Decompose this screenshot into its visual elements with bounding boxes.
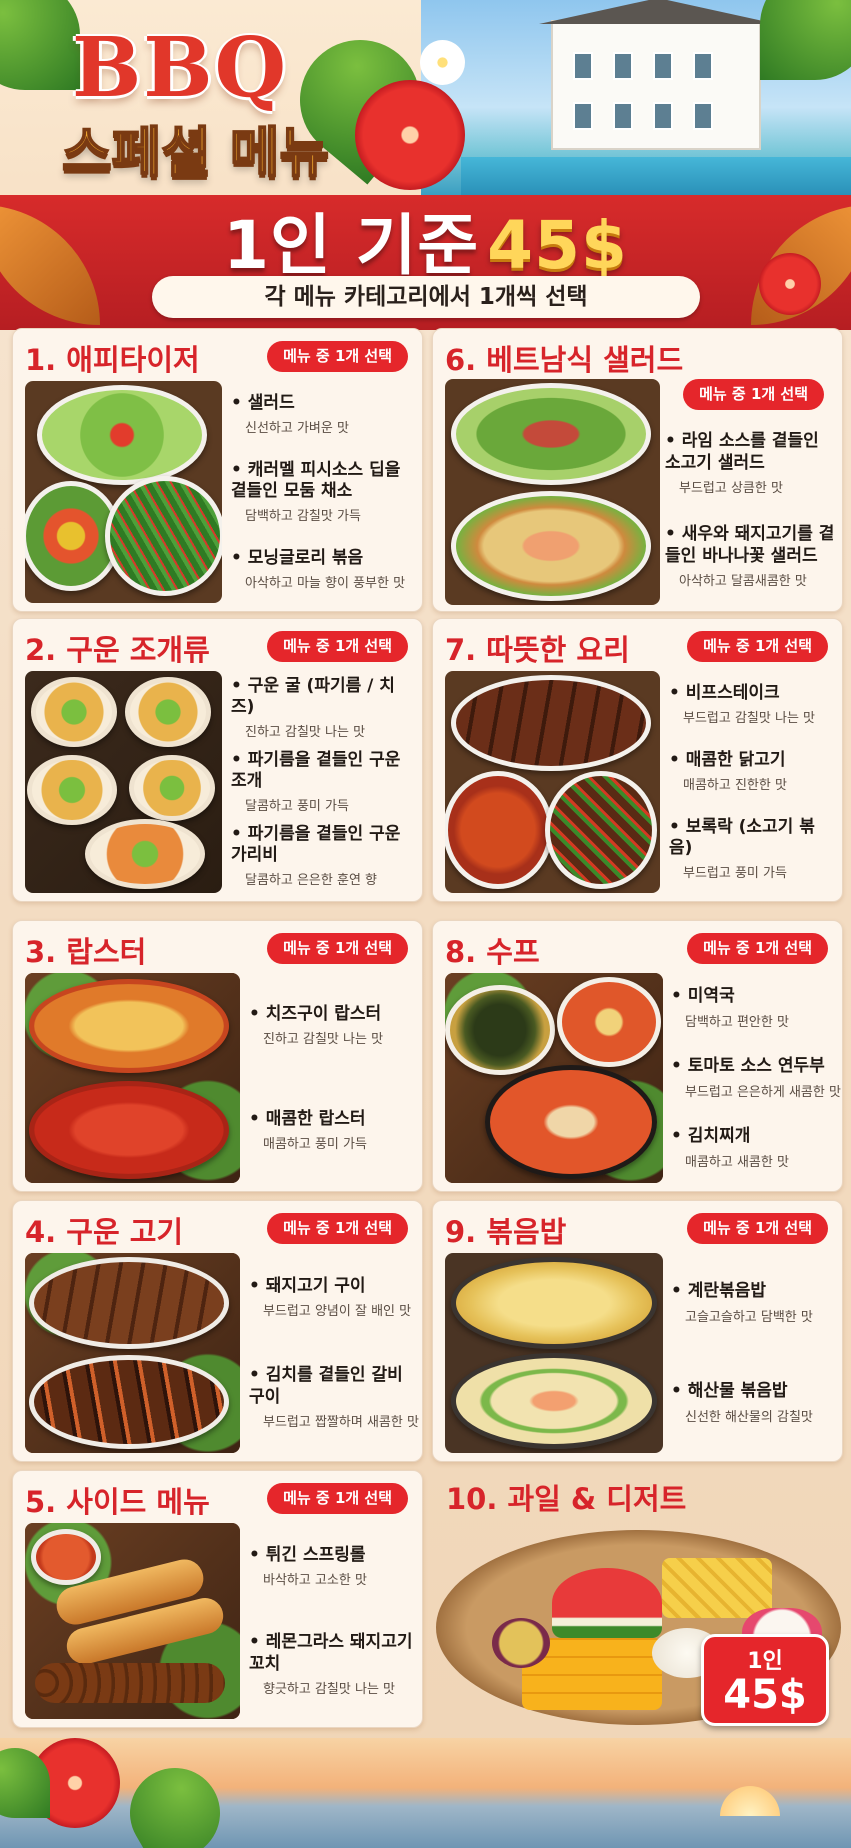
category-card-grilled-shellfish: 2. 구운 조개류 메뉴 중 1개 선택 구운 굴 (파기름 / 치즈)진하고 …: [12, 618, 423, 902]
category-card-vietnamese-salad: 6. 베트남식 샐러드 메뉴 중 1개 선택 라임 소스를 곁들인 소고기 샐러…: [432, 328, 843, 612]
price-tag: 1인 45$: [701, 1634, 829, 1726]
palm-leaf-icon: [113, 1751, 237, 1848]
select-one-badge: 메뉴 중 1개 선택: [267, 341, 408, 372]
category-title: 7. 따뜻한 요리: [445, 633, 630, 667]
select-one-badge: 메뉴 중 1개 선택: [687, 631, 828, 662]
select-one-badge: 메뉴 중 1개 선택: [687, 1213, 828, 1244]
hibiscus-flower-icon: [420, 40, 465, 85]
menu-items: 샐러드신선하고 가벼운 맛 캐러멜 피시소스 딥을 곁들인 모둠 채소담백하고 …: [231, 381, 416, 603]
menu-item: 치즈구이 랍스터진하고 감칠맛 나는 맛: [249, 1004, 416, 1047]
menu-items: 라임 소스를 곁들인 소고기 샐러드부드럽고 상큼한 맛 새우와 돼지고기를 곁…: [665, 417, 836, 603]
select-one-badge: 메뉴 중 1개 선택: [687, 933, 828, 964]
menu-items: 비프스테이크부드럽고 감칠맛 나는 맛 매콤한 닭고기매콤하고 진한한 맛 보록…: [669, 671, 836, 893]
category-title: 2. 구운 조개류: [25, 633, 210, 667]
menu-items: 튀긴 스프링롤바삭하고 고소한 맛 레몬그라스 돼지고기 꼬치향긋하고 감칠맛 …: [249, 1523, 416, 1719]
category-card-soup: 8. 수프 메뉴 중 1개 선택 미역국담백하고 편안한 맛 토마토 소스 연두…: [432, 920, 843, 1192]
menu-item: 미역국담백하고 편안한 맛: [671, 986, 836, 1029]
category-title: 10. 과일 & 디저트: [446, 1482, 687, 1516]
pineapple-icon: [662, 1558, 772, 1618]
menu-item: 모닝글로리 볶음아삭하고 마늘 향이 풍부한 맛: [231, 548, 416, 591]
category-card-grilled-meat: 4. 구운 고기 메뉴 중 1개 선택 돼지고기 구이부드럽고 양념이 잘 배인…: [12, 1200, 423, 1462]
menu-item: 구운 굴 (파기름 / 치즈)진하고 감칠맛 나는 맛: [231, 676, 416, 741]
menu-items: 미역국담백하고 편안한 맛 토마토 소스 연두부부드럽고 은은하게 새콤한 맛 …: [671, 973, 841, 1183]
menu-item: 해산물 볶음밥신선한 해산물의 감칠맛: [671, 1381, 836, 1424]
select-one-badge: 메뉴 중 1개 선택: [267, 1213, 408, 1244]
page-title: BBQ: [72, 20, 289, 116]
header-banner: BBQ 스페셜 메뉴 1인 기준 45$ 각 메뉴 카테고리에서 1개씩 선택: [0, 0, 851, 330]
palm-leaf-icon: [0, 0, 80, 90]
select-one-badge: 메뉴 중 1개 선택: [267, 631, 408, 662]
category-card-side-menu: 5. 사이드 메뉴 메뉴 중 1개 선택 튀긴 스프링롤바삭하고 고소한 맛 레…: [12, 1470, 423, 1728]
price-heading: 1인 기준 45$: [0, 192, 851, 288]
menu-item: 김치찌개매콤하고 새콤한 맛: [671, 1126, 836, 1169]
category-title: 1. 애피타이저: [25, 343, 200, 377]
menu-item: 파기름을 곁들인 구운 가리비달콤하고 은은한 훈연 향: [231, 824, 416, 889]
menu-item: 토마토 소스 연두부부드럽고 은은하게 새콤한 맛: [671, 1056, 841, 1099]
pool: [461, 157, 851, 195]
sun-icon: [720, 1786, 780, 1816]
beach-sunset-footer: [0, 1738, 851, 1848]
select-one-badge: 메뉴 중 1개 선택: [267, 933, 408, 964]
category-title: 9. 볶음밥: [445, 1215, 567, 1249]
instruction-pill: 각 메뉴 카테고리에서 1개씩 선택: [152, 276, 700, 318]
menu-item: 레몬그라스 돼지고기 꼬치향긋하고 감칠맛 나는 맛: [249, 1632, 416, 1697]
category-card-hot-dishes: 7. 따뜻한 요리 메뉴 중 1개 선택 비프스테이크부드럽고 감칠맛 나는 맛…: [432, 618, 843, 902]
menu-items: 돼지고기 구이부드럽고 양념이 잘 배인 맛 김치를 곁들인 갈비구이부드럽고 …: [249, 1253, 419, 1453]
category-card-fried-rice: 9. 볶음밥 메뉴 중 1개 선택 계란볶음밥고슬고슬하고 담백한 맛 해산물 …: [432, 1200, 843, 1462]
menu-item: 튀긴 스프링롤바삭하고 고소한 맛: [249, 1545, 416, 1588]
food-photo: [25, 671, 222, 893]
price-prefix: 1인 기준: [223, 207, 480, 284]
page-subtitle: 스페셜 메뉴: [61, 120, 330, 185]
menu-item: 비프스테이크부드럽고 감칠맛 나는 맛: [669, 683, 836, 726]
category-title: 3. 랍스터: [25, 935, 147, 969]
food-photo: [25, 1523, 240, 1719]
category-card-lobster: 3. 랍스터 메뉴 중 1개 선택 치즈구이 랍스터진하고 감칠맛 나는 맛 매…: [12, 920, 423, 1192]
menu-item: 새우와 돼지고기를 곁들인 바나나꽃 샐러드아삭하고 달콤새콤한 맛: [665, 524, 836, 589]
price-value: 45$: [487, 207, 628, 284]
menu-item: 파기름을 곁들인 구운 조개달콤하고 풍미 가득: [231, 750, 416, 815]
category-title: 4. 구운 고기: [25, 1215, 184, 1249]
hibiscus-flower-icon: [355, 80, 465, 190]
menu-items: 치즈구이 랍스터진하고 감칠맛 나는 맛 매콤한 랍스터매콤하고 풍미 가득: [249, 973, 416, 1183]
food-photo: [445, 1253, 663, 1453]
passion-fruit-icon: [492, 1618, 550, 1668]
food-photo: [445, 973, 663, 1183]
menu-item: 매콤한 닭고기매콤하고 진한한 맛: [669, 750, 836, 793]
price-tag-per-person: 1인: [747, 1649, 783, 1674]
menu-item: 캐러멜 피시소스 딥을 곁들인 모둠 채소담백하고 감칠맛 가득: [231, 460, 416, 525]
menu-item: 매콤한 랍스터매콤하고 풍미 가득: [249, 1109, 416, 1152]
menu-items: 계란볶음밥고슬고슬하고 담백한 맛 해산물 볶음밥신선한 해산물의 감칠맛: [671, 1253, 836, 1453]
menu-item: 라임 소스를 곁들인 소고기 샐러드부드럽고 상큼한 맛: [665, 431, 836, 496]
menu-item: 샐러드신선하고 가벼운 맛: [231, 393, 416, 436]
palm-leaf-icon: [760, 0, 851, 80]
select-one-badge: 메뉴 중 1개 선택: [683, 379, 824, 410]
menu-item: 김치를 곁들인 갈비구이부드럽고 짭짤하며 새콤한 맛: [249, 1365, 419, 1430]
category-title: 6. 베트남식 샐러드: [445, 343, 684, 377]
watermelon-icon: [552, 1568, 662, 1638]
category-title: 5. 사이드 메뉴: [25, 1485, 210, 1519]
food-photo: [25, 1253, 240, 1453]
food-photo: [445, 379, 660, 605]
food-photo: [445, 671, 660, 893]
price-tag-amount: 45$: [723, 1672, 807, 1718]
menu-item: 보록락 (소고기 볶음)부드럽고 풍미 가득: [669, 817, 836, 882]
category-card-fruit-dessert: 10. 과일 & 디저트 1인 45$: [432, 1468, 843, 1730]
category-title: 8. 수프: [445, 935, 540, 969]
food-photo: [25, 973, 240, 1183]
villa-building: [539, 0, 777, 150]
menu-items: 구운 굴 (파기름 / 치즈)진하고 감칠맛 나는 맛 파기름을 곁들인 구운 …: [231, 671, 416, 893]
category-card-appetizer: 1. 애피타이저 메뉴 중 1개 선택 샐러드신선하고 가벼운 맛 캐러멜 피시…: [12, 328, 423, 612]
select-one-badge: 메뉴 중 1개 선택: [267, 1483, 408, 1514]
menu-item: 계란볶음밥고슬고슬하고 담백한 맛: [671, 1281, 836, 1324]
food-photo: [25, 381, 222, 603]
menu-item: 돼지고기 구이부드럽고 양념이 잘 배인 맛: [249, 1276, 416, 1319]
